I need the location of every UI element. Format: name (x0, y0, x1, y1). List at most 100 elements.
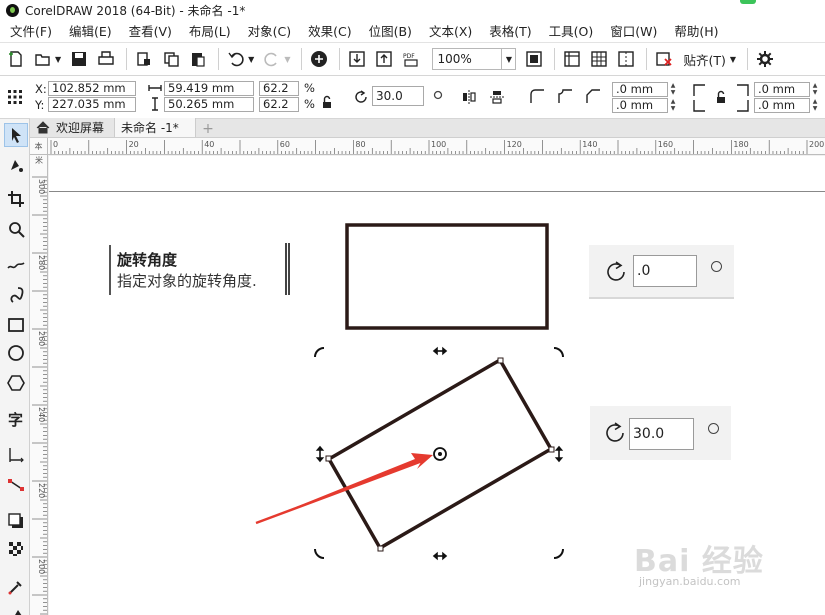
options-gear-icon[interactable] (753, 47, 777, 71)
parallel-dimension-tool-icon[interactable] (4, 443, 28, 467)
y-position-input[interactable]: 227.035 mm (48, 97, 136, 112)
x-position-label: X: (35, 82, 47, 96)
publish-pdf-icon[interactable]: PDF (399, 47, 423, 71)
open-recent-chevron-icon[interactable]: ▼ (55, 55, 61, 64)
new-document-icon[interactable] (4, 47, 28, 71)
print-icon[interactable] (94, 47, 118, 71)
toolbar-divider (747, 48, 749, 70)
undo-icon[interactable] (224, 47, 248, 71)
corner-spinner-icon[interactable]: ▲ ▼ (810, 82, 820, 97)
scale-width-input[interactable]: 62.2 (259, 81, 299, 96)
object-origin-icon[interactable] (6, 88, 24, 106)
scale-height-input[interactable]: 62.2 (259, 97, 299, 112)
lock-ratio-icon[interactable] (318, 93, 336, 111)
redo-icon[interactable] (260, 47, 284, 71)
pick-tool-icon[interactable] (4, 123, 28, 147)
toolbar-divider (218, 48, 220, 70)
ruler-tick-label: 200 (37, 559, 46, 574)
scalloped-corner-icon[interactable] (556, 87, 574, 105)
width-input[interactable]: 59.419 mm (164, 81, 254, 96)
corner-spinner-icon[interactable]: ▲ ▼ (810, 98, 820, 113)
corner-radius-top-left-input[interactable]: .0 mm (612, 82, 668, 97)
zoom-tool-icon[interactable] (4, 217, 28, 241)
horizontal-ruler[interactable]: 0 20 40 60 80 100 120 140 160 180 200 (48, 138, 825, 155)
y-position-label: Y: (35, 98, 45, 112)
mirror-vertical-icon[interactable] (488, 88, 506, 106)
rectangle-tool-icon[interactable] (4, 313, 28, 337)
red-arrow-shaft (255, 458, 426, 525)
height-input[interactable]: 50.265 mm (164, 97, 254, 112)
corner-spinner-icon[interactable]: ▲ ▼ (668, 82, 678, 97)
menu-layout[interactable]: 布局(L) (183, 21, 238, 42)
snap-chevron-down-icon[interactable]: ▼ (730, 55, 736, 64)
corner-bottom-left-icon (690, 97, 708, 115)
polygon-tool-icon[interactable] (4, 371, 28, 395)
text-tool-icon[interactable]: 字 (4, 407, 28, 431)
ruler-tick-label: 300 (37, 179, 46, 194)
menu-view[interactable]: 查看(V) (123, 21, 179, 42)
save-icon[interactable] (67, 47, 91, 71)
watermark-url: jingyan.baidu.com (639, 575, 741, 588)
toolbar-divider (301, 48, 303, 70)
round-corner-icon[interactable] (528, 87, 546, 105)
shape-tool-icon[interactable] (4, 153, 28, 177)
watermark-logo: Bai 经验 (634, 544, 764, 579)
corner-spinner-icon[interactable]: ▲ ▼ (668, 98, 678, 113)
cut-icon[interactable] (132, 47, 156, 71)
add-tab-icon[interactable]: + (198, 121, 218, 137)
menu-object[interactable]: 对象(C) (242, 21, 298, 42)
show-rulers-icon[interactable] (560, 47, 584, 71)
snap-off-icon[interactable] (652, 47, 676, 71)
undo-list-chevron-icon[interactable]: ▼ (248, 55, 254, 64)
tab-welcome-screen[interactable]: 欢迎屏幕 (30, 118, 115, 137)
show-guidelines-icon[interactable] (614, 47, 638, 71)
menu-window[interactable]: 窗口(W) (604, 21, 664, 42)
menu-text[interactable]: 文本(X) (423, 21, 479, 42)
freehand-tool-icon[interactable] (4, 253, 28, 277)
corner-radius-bottom-left-input[interactable]: .0 mm (612, 98, 668, 113)
connector-tool-icon[interactable] (4, 473, 28, 497)
rotation-angle-input[interactable]: 30.0 (372, 86, 424, 106)
menu-help[interactable]: 帮助(H) (668, 21, 725, 42)
ellipse-tool-icon[interactable] (4, 341, 28, 365)
corner-radius-top-right-input[interactable]: .0 mm (754, 82, 810, 97)
toolbox: 字 (0, 119, 30, 615)
artistic-media-tool-icon[interactable] (4, 283, 28, 307)
lock-corners-icon[interactable] (712, 88, 730, 106)
interactive-fill-tool-icon[interactable] (4, 603, 28, 615)
show-grid-icon[interactable] (587, 47, 611, 71)
eyedropper-tool-icon[interactable] (4, 575, 28, 599)
vertical-ruler[interactable]: 300 280 260 240 220 200 米 (30, 155, 48, 615)
original-rectangle[interactable] (345, 223, 549, 330)
corner-radius-bottom-right-input[interactable]: .0 mm (754, 98, 810, 113)
menu-bitmaps[interactable]: 位图(B) (363, 21, 419, 42)
menu-effects[interactable]: 效果(C) (302, 21, 358, 42)
chamfered-corner-icon[interactable] (584, 87, 602, 105)
search-content-icon[interactable] (307, 47, 331, 71)
mirror-horizontal-icon[interactable] (460, 88, 478, 106)
menu-edit[interactable]: 编辑(E) (63, 21, 119, 42)
zoom-chevron-down-icon[interactable]: ▼ (501, 49, 515, 69)
zoom-level-value: 100% (437, 52, 472, 66)
rotation-center-icon[interactable] (433, 447, 447, 461)
crop-tool-icon[interactable] (4, 187, 28, 211)
export-icon[interactable] (372, 47, 396, 71)
menu-file[interactable]: 文件(F) (4, 21, 59, 42)
drop-shadow-tool-icon[interactable] (4, 509, 28, 533)
transparency-tool-icon[interactable] (4, 537, 28, 561)
snap-to-menu[interactable]: 贴齐(T) (683, 50, 725, 69)
redo-list-chevron-icon[interactable]: ▼ (284, 55, 290, 64)
ruler-origin-corner[interactable]: 本 (30, 138, 48, 155)
menu-table[interactable]: 表格(T) (483, 21, 538, 42)
paste-icon[interactable] (186, 47, 210, 71)
full-screen-icon[interactable] (522, 47, 546, 71)
x-position-input[interactable]: 102.852 mm (48, 81, 136, 96)
zoom-level-select[interactable]: 100% ▼ (432, 48, 517, 70)
ruler-tick-label: 220 (37, 483, 46, 498)
copy-icon[interactable] (159, 47, 183, 71)
open-folder-icon[interactable] (31, 47, 55, 71)
menu-tools[interactable]: 工具(O) (543, 21, 601, 42)
drawing-canvas[interactable]: 旋转角度 指定对象的旋转角度. .0 30.0 Bai 经验 jingyan.b… (49, 156, 825, 615)
tab-document[interactable]: 未命名 -1* (114, 118, 197, 137)
import-icon[interactable] (345, 47, 369, 71)
